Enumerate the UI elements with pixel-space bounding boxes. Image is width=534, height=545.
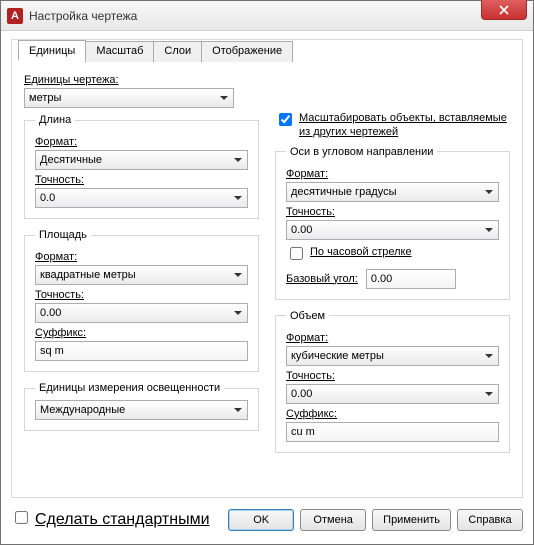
tab-display[interactable]: Отображение xyxy=(201,41,293,62)
angle-precision-label: Точность: xyxy=(286,206,499,218)
group-volume-legend: Объем xyxy=(286,310,329,322)
make-default-label: Сделать стандартными xyxy=(35,510,210,530)
group-angle: Оси в угловом направлении Формат: десяти… xyxy=(275,146,510,300)
help-button[interactable]: Справка xyxy=(457,509,523,531)
tab-pane-units: Единицы чертежа: метры Длина Формат: Дес… xyxy=(12,62,522,497)
tabs: Единицы Масштаб Слои Отображение xyxy=(18,40,292,61)
close-button[interactable] xyxy=(481,0,527,20)
group-lighting-legend: Единицы измерения освещенности xyxy=(35,382,224,394)
scale-objects-label: Масштабировать объекты, вставляемые из д… xyxy=(299,112,510,140)
volume-format-select[interactable]: кубические метры xyxy=(286,346,499,366)
volume-precision-label: Точность: xyxy=(286,370,499,382)
volume-precision-select[interactable]: 0.00 xyxy=(286,384,499,404)
drawing-units-select[interactable]: метры xyxy=(24,88,234,108)
clockwise-checkbox[interactable] xyxy=(290,247,303,260)
tab-units[interactable]: Единицы xyxy=(18,40,86,61)
cancel-button[interactable]: Отмена xyxy=(300,509,366,531)
base-angle-label: Базовый угол: xyxy=(286,273,358,285)
app-icon: A xyxy=(7,8,23,24)
tab-layers[interactable]: Слои xyxy=(153,41,202,62)
length-format-select[interactable]: Десятичные xyxy=(35,150,248,170)
group-length: Длина Формат: Десятичные Точность: 0.0 xyxy=(24,114,259,219)
area-precision-select[interactable]: 0.00 xyxy=(35,303,248,323)
tab-panel: Единицы Масштаб Слои Отображение Единицы… xyxy=(11,39,523,498)
titlebar: A Настройка чертежа xyxy=(1,1,533,31)
scale-objects-checkbox[interactable] xyxy=(279,113,292,126)
footer: Сделать стандартными OK Отмена Применить… xyxy=(11,506,523,534)
area-format-select[interactable]: квадратные метры xyxy=(35,265,248,285)
volume-format-label: Формат: xyxy=(286,332,499,344)
drawing-units-label: Единицы чертежа: xyxy=(24,74,510,86)
length-precision-label: Точность: xyxy=(35,174,248,186)
close-icon xyxy=(499,5,509,15)
angle-format-select[interactable]: десятичные градусы xyxy=(286,182,499,202)
area-suffix-label: Суффикс: xyxy=(35,327,248,339)
angle-precision-select[interactable]: 0.00 xyxy=(286,220,499,240)
volume-suffix-input[interactable] xyxy=(286,422,499,442)
group-angle-legend: Оси в угловом направлении xyxy=(286,146,437,158)
group-area: Площадь Формат: квадратные метры Точност… xyxy=(24,229,259,372)
group-length-legend: Длина xyxy=(35,114,75,126)
group-lighting: Единицы измерения освещенности Междунаро… xyxy=(24,382,259,431)
apply-button[interactable]: Применить xyxy=(372,509,451,531)
length-precision-select[interactable]: 0.0 xyxy=(35,188,248,208)
volume-suffix-label: Суффикс: xyxy=(286,408,499,420)
clockwise-label: По часовой стрелке xyxy=(310,246,412,260)
make-default-checkbox[interactable] xyxy=(15,511,28,524)
base-angle-input[interactable] xyxy=(366,269,456,289)
length-format-label: Формат: xyxy=(35,136,248,148)
group-area-legend: Площадь xyxy=(35,229,91,241)
tab-scale[interactable]: Масштаб xyxy=(85,41,154,62)
area-format-label: Формат: xyxy=(35,251,248,263)
area-suffix-input[interactable] xyxy=(35,341,248,361)
dialog-window: A Настройка чертежа Единицы Масштаб Слои… xyxy=(0,0,534,545)
angle-format-label: Формат: xyxy=(286,168,499,180)
lighting-select[interactable]: Международные xyxy=(35,400,248,420)
group-volume: Объем Формат: кубические метры Точность:… xyxy=(275,310,510,453)
window-title: Настройка чертежа xyxy=(29,9,137,23)
area-precision-label: Точность: xyxy=(35,289,248,301)
ok-button[interactable]: OK xyxy=(228,509,294,531)
